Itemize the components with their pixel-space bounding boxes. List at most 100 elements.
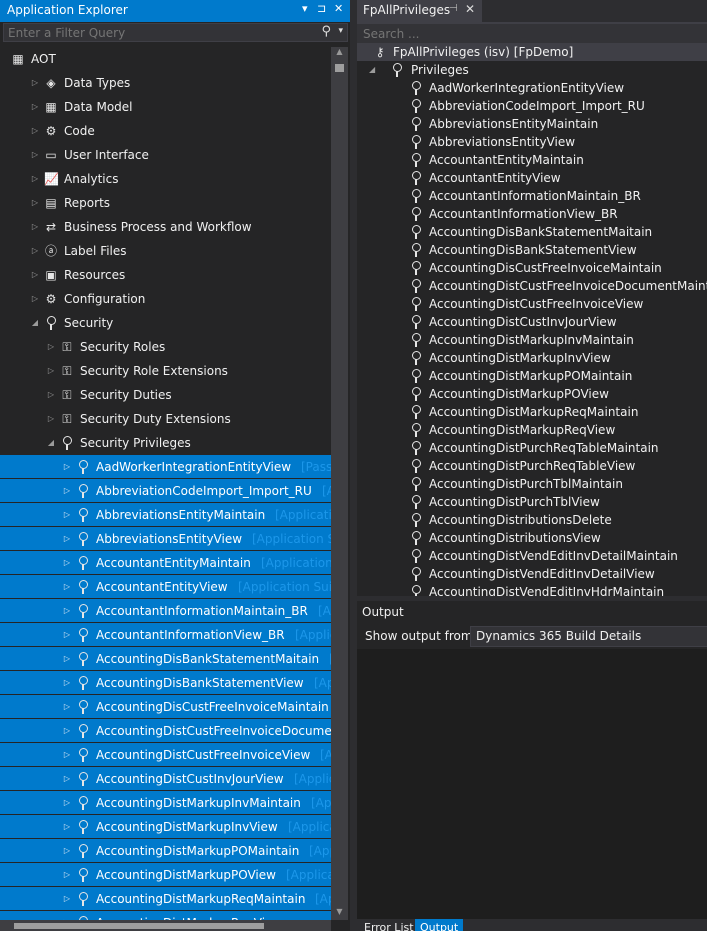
pin-tab-icon[interactable]: ⊣ [449, 3, 458, 14]
collapsed-arrow-icon[interactable]: ▷ [30, 263, 40, 287]
designer-privilege-item[interactable]: AccountingDistVendEditInvHdrMaintain [357, 583, 707, 596]
collapsed-arrow-icon[interactable]: ▷ [62, 911, 72, 920]
collapsed-arrow-icon[interactable]: ▷ [62, 815, 72, 838]
tree-node-data-model[interactable]: ▷ ▦ Data Model [0, 95, 331, 119]
designer-privilege-item[interactable]: AccountingDisBankStatementMaitain [357, 223, 707, 241]
close-icon[interactable]: ✕ [334, 2, 343, 15]
privilege-row[interactable]: ▷ AccountantInformationMaintain_BR [Applic… [0, 599, 331, 623]
tree-node-security-duty-extensions[interactable]: ▷ ⚿ Security Duty Extensions [0, 407, 331, 431]
designer-search-input[interactable] [357, 24, 697, 43]
collapsed-arrow-icon[interactable]: ▷ [30, 143, 40, 167]
designer-privilege-item[interactable]: AccountingDistributionsDelete [357, 511, 707, 529]
tree-node-data-types[interactable]: ▷ ◈ Data Types [0, 71, 331, 95]
collapsed-arrow-icon[interactable]: ▷ [30, 191, 40, 215]
scroll-down-arrow-icon[interactable]: ▼ [331, 907, 348, 916]
privilege-row[interactable]: ▷ AccountingDistMarkupReqMaintain [Applica… [0, 887, 331, 911]
output-source-select[interactable]: Dynamics 365 Build Details [470, 626, 707, 647]
tree-node-user-interface[interactable]: ▷ ▭ User Interface [0, 143, 331, 167]
collapsed-arrow-icon[interactable]: ▷ [62, 503, 72, 526]
designer-privilege-item[interactable]: AccountingDistCustFreeInvoiceView [357, 295, 707, 313]
designer-privilege-item[interactable]: AccountingDisCustFreeInvoiceMaintain [357, 259, 707, 277]
collapsed-arrow-icon[interactable]: ▷ [62, 695, 72, 718]
collapsed-arrow-icon[interactable]: ▷ [30, 287, 40, 311]
chevron-down-icon[interactable]: ▾ [338, 26, 343, 36]
tree-node-security-privileges[interactable]: ◢ Security Privileges [0, 431, 331, 455]
privilege-row[interactable]: ▷ AccountantEntityMaintain [Application Su… [0, 551, 331, 575]
privilege-row[interactable]: ▷ AadWorkerIntegrationEntityView [Password… [0, 455, 331, 479]
designer-privilege-item[interactable]: AccountingDistCustFreeInvoiceDocumentMai… [357, 277, 707, 295]
designer-privilege-item[interactable]: AccountingDistributionsView [357, 529, 707, 547]
tree-node-configuration[interactable]: ▷ ⚙ Configuration [0, 287, 331, 311]
tree-node-resources[interactable]: ▷ ▣ Resources [0, 263, 331, 287]
expanded-arrow-icon[interactable]: ◢ [30, 311, 40, 335]
tree-node-reports[interactable]: ▷ ▤ Reports [0, 191, 331, 215]
designer-privilege-item[interactable]: AccountingDistVendEditInvDetailView [357, 565, 707, 583]
designer-privilege-item[interactable]: AadWorkerIntegrationEntityView [357, 79, 707, 97]
privilege-row[interactable]: ▷AccountingDisCustFreeInvoiceMaintain[Ap… [0, 695, 331, 719]
collapsed-arrow-icon[interactable]: ▷ [30, 119, 40, 143]
designer-privilege-item[interactable]: AbbreviationsEntityView [357, 133, 707, 151]
tree-node-security[interactable]: ◢ Security [0, 311, 331, 335]
designer-privilege-item[interactable]: AccountingDisBankStatementView [357, 241, 707, 259]
collapsed-arrow-icon[interactable]: ▷ [30, 167, 40, 191]
collapsed-arrow-icon[interactable]: ▷ [62, 887, 72, 910]
privilege-row[interactable]: ▷AccountingDisBankStatementMaitain[Appli… [0, 647, 331, 671]
window-position-dropdown-icon[interactable]: ▾ [302, 2, 308, 15]
collapsed-arrow-icon[interactable]: ▷ [46, 335, 56, 359]
privilege-row[interactable]: ▷ AccountingDistCustInvJourView [Applicati… [0, 767, 331, 791]
vertical-scrollbar[interactable]: ▲ ▼ [331, 47, 348, 920]
collapsed-arrow-icon[interactable]: ▷ [62, 767, 72, 790]
collapsed-arrow-icon[interactable]: ▷ [62, 743, 72, 766]
tree-node-security-roles[interactable]: ▷ ⚿ Security Roles [0, 335, 331, 359]
designer-privilege-item[interactable]: AbbreviationsEntityMaintain [357, 115, 707, 133]
collapsed-arrow-icon[interactable]: ▷ [62, 623, 72, 646]
collapsed-arrow-icon[interactable]: ▷ [62, 455, 72, 478]
designer-privilege-item[interactable]: AccountingDistVendEditInvDetailMaintain [357, 547, 707, 565]
collapsed-arrow-icon[interactable]: ▷ [30, 239, 40, 263]
privileges-node[interactable]: ◢ Privileges [357, 61, 707, 79]
privilege-row[interactable]: ▷ AccountantInformationView_BR [Applicatio… [0, 623, 331, 647]
tree-node-label-files[interactable]: ▷ ⓐ Label Files [0, 239, 331, 263]
collapsed-arrow-icon[interactable]: ▷ [46, 359, 56, 383]
tab-error-list[interactable]: Error List [359, 919, 419, 931]
designer-privilege-item[interactable]: AccountingDistMarkupInvMaintain [357, 331, 707, 349]
expanded-arrow-icon[interactable]: ◢ [46, 431, 56, 455]
tree-node-business-process-and-workflow[interactable]: ▷ ⇄ Business Process and Workflow [0, 215, 331, 239]
collapsed-arrow-icon[interactable]: ▷ [62, 791, 72, 814]
expanded-arrow-icon[interactable]: ◢ [369, 61, 375, 79]
designer-privilege-item[interactable]: AccountingDistPurchReqTableView [357, 457, 707, 475]
privilege-row[interactable]: ▷ AccountingDistMarkupPOMaintain [Applicat… [0, 839, 331, 863]
designer-privilege-item[interactable]: AbbreviationCodeImport_Import_RU [357, 97, 707, 115]
collapsed-arrow-icon[interactable]: ▷ [62, 551, 72, 574]
designer-privilege-item[interactable]: AccountingDistMarkupPOMaintain [357, 367, 707, 385]
designer-privilege-item[interactable]: AccountantInformationView_BR [357, 205, 707, 223]
collapsed-arrow-icon[interactable]: ▷ [62, 599, 72, 622]
collapsed-arrow-icon[interactable]: ▷ [30, 95, 40, 119]
designer-privilege-item[interactable]: AccountingDistPurchTblMaintain [357, 475, 707, 493]
horizontal-scroll-thumb[interactable] [14, 923, 264, 929]
collapsed-arrow-icon[interactable]: ▷ [62, 671, 72, 694]
privilege-row[interactable]: ▷ AccountingDistCustFreeInvoiceDocumentMa… [0, 719, 331, 743]
designer-privilege-item[interactable]: AccountingDistMarkupReqView [357, 421, 707, 439]
privilege-row[interactable]: ▷ AccountingDistMarkupReqView [0, 911, 331, 920]
designer-privilege-item[interactable]: AccountingDistPurchTblView [357, 493, 707, 511]
output-text-area[interactable] [357, 649, 707, 919]
pin-icon[interactable]: ⊐ [317, 2, 326, 15]
designer-privilege-item[interactable]: AccountingDistMarkupInvView [357, 349, 707, 367]
collapsed-arrow-icon[interactable]: ▷ [62, 839, 72, 862]
collapsed-arrow-icon[interactable]: ▷ [62, 719, 72, 742]
collapsed-arrow-icon[interactable]: ▷ [62, 575, 72, 598]
collapsed-arrow-icon[interactable]: ▷ [62, 479, 72, 502]
tree-node-analytics[interactable]: ▷ 📈 Analytics [0, 167, 331, 191]
privilege-row[interactable]: ▷ AbbreviationsEntityMaintain [Application… [0, 503, 331, 527]
designer-privilege-item[interactable]: AccountantInformationMaintain_BR [357, 187, 707, 205]
designer-privilege-item[interactable]: AccountantEntityView [357, 169, 707, 187]
horizontal-scrollbar[interactable] [0, 920, 331, 931]
collapsed-arrow-icon[interactable]: ▷ [30, 71, 40, 95]
collapsed-arrow-icon[interactable]: ▷ [62, 527, 72, 550]
designer-root-node[interactable]: ⚷ FpAllPrivileges (isv) [FpDemo] [357, 43, 707, 61]
tree-node-aot[interactable]: ▦ AOT [0, 47, 331, 71]
tab-output[interactable]: Output [415, 919, 464, 931]
collapsed-arrow-icon[interactable]: ▷ [62, 647, 72, 670]
collapsed-arrow-icon[interactable]: ▷ [46, 383, 56, 407]
